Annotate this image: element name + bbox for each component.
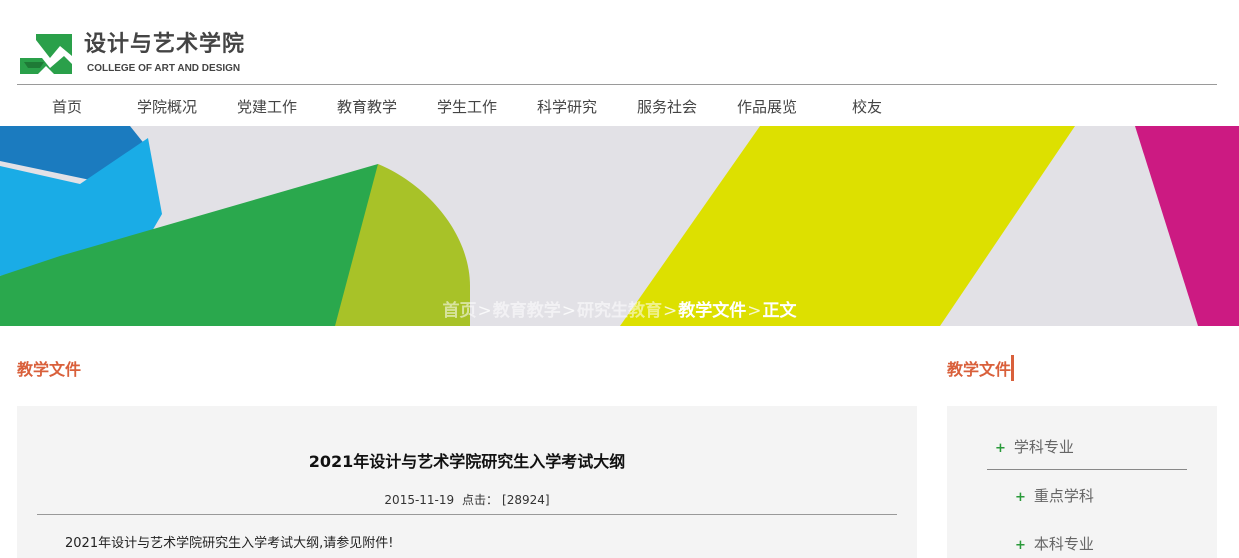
logo-title-cn: 设计与艺术学院 (84, 32, 246, 57)
logo-title-en: COLLEGE OF ART AND DESIGN (87, 63, 241, 74)
sidebar-item-disciplines[interactable]: + 学科专业 (995, 436, 1074, 457)
breadcrumb: 首页>教育教学>研究生教育>教学文件>正文 (0, 296, 1239, 321)
sidebar-panel: + 学科专业 + 重点学科 + 本科专业 (947, 406, 1217, 558)
article-title: 2021年设计与艺术学院研究生入学考试大纲 (308, 452, 626, 471)
nav-item-party[interactable]: 党建工作 (237, 88, 297, 126)
article-panel: 2021年设计与艺术学院研究生入学考试大纲 2015-11-19 点击： [289… (17, 406, 917, 558)
sidebar-item-label: 重点学科 (1033, 487, 1094, 505)
site-header: 设计与艺术学院 COLLEGE OF ART AND DESIGN 首页 学院概… (0, 0, 1239, 126)
nav-item-education[interactable]: 教育教学 (337, 88, 397, 126)
plus-icon: + (1015, 538, 1026, 553)
breadcrumb-separator: > (663, 301, 678, 321)
sidebar-item-label: 学科专业 (1013, 438, 1074, 456)
article-body: 2021年设计与艺术学院研究生入学考试大纲,请参见附件! (65, 536, 394, 551)
header-divider (17, 84, 1217, 85)
nav-item-about[interactable]: 学院概况 (137, 88, 197, 126)
main-nav: 首页 学院概况 党建工作 教育教学 学生工作 科学研究 服务社会 作品展览 校友 (17, 88, 1217, 126)
sidebar-title-marker (1011, 355, 1014, 381)
breadcrumb-separator: > (477, 301, 492, 321)
breadcrumb-teaching-docs[interactable]: 教学文件 (678, 301, 746, 321)
breadcrumb-home[interactable]: 首页 (443, 301, 477, 321)
breadcrumb-graduate[interactable]: 研究生教育 (577, 301, 662, 321)
plus-icon: + (995, 441, 1006, 456)
site-logo[interactable]: 设计与艺术学院 COLLEGE OF ART AND DESIGN (20, 32, 260, 80)
nav-item-service[interactable]: 服务社会 (637, 88, 697, 126)
main-section-title: 教学文件 (17, 360, 82, 379)
nav-item-research[interactable]: 科学研究 (537, 88, 597, 126)
article-date: 2015-11-19 (384, 493, 455, 507)
sidebar-item-label: 本科专业 (1033, 535, 1094, 553)
sidebar-divider (987, 469, 1187, 470)
breadcrumb-separator: > (747, 301, 762, 321)
sidebar-item-key-disciplines[interactable]: + 重点学科 (1015, 485, 1094, 506)
nav-item-alumni[interactable]: 校友 (852, 88, 882, 126)
breadcrumb-separator: > (561, 301, 576, 321)
sidebar-item-undergrad-majors[interactable]: + 本科专业 (1015, 533, 1094, 554)
college-logo-icon (20, 34, 72, 74)
breadcrumb-current: 正文 (762, 301, 797, 321)
sidebar-title: 教学文件 (947, 360, 1012, 379)
article-meta: 2015-11-19 点击： [28924] (17, 491, 917, 508)
breadcrumb-education[interactable]: 教育教学 (493, 301, 561, 321)
nav-item-home[interactable]: 首页 (52, 88, 82, 126)
plus-icon: + (1015, 490, 1026, 505)
nav-item-students[interactable]: 学生工作 (437, 88, 497, 126)
article-divider (37, 514, 897, 515)
nav-item-works[interactable]: 作品展览 (737, 88, 797, 126)
article-clicks: [28924] (502, 493, 550, 507)
page-banner: 首页>教育教学>研究生教育>教学文件>正文 (0, 126, 1239, 326)
article-clicks-label: 点击： (462, 493, 499, 507)
